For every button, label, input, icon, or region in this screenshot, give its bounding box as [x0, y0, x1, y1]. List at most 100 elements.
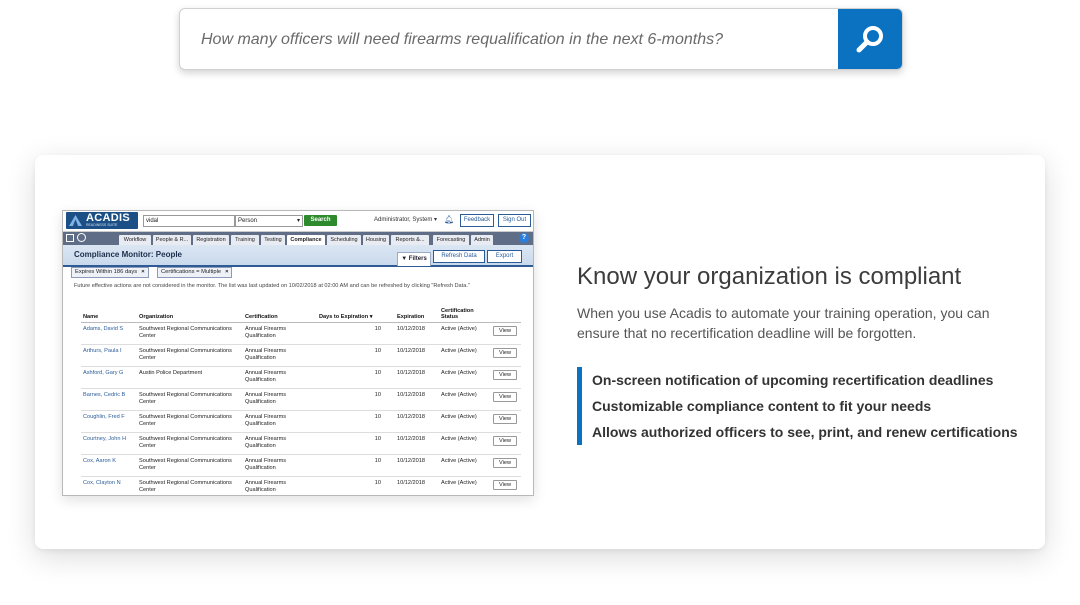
tab-scheduling[interactable]: Scheduling — [327, 235, 361, 245]
cell-expiration: 10/12/2018 — [395, 476, 439, 495]
tab-reports[interactable]: Reports &... — [391, 235, 429, 245]
magnifier-icon — [856, 26, 883, 53]
feature-headline: Know your organization is compliant — [577, 263, 962, 290]
user-menu[interactable]: Administrator, System ▾ — [374, 216, 437, 223]
feature-bullet: Customizable compliance content to fit y… — [592, 398, 932, 414]
cell-organization: Southwest Regional Communications Center — [137, 432, 243, 455]
view-button[interactable]: View — [493, 326, 517, 336]
bell-icon[interactable]: 🔔︎ — [444, 215, 454, 224]
cell-name[interactable]: Coughlin, Fred F — [81, 410, 137, 433]
search-button[interactable] — [838, 9, 902, 69]
table-header-row: Name Organization Certification Days to … — [81, 307, 521, 323]
cell-status: Active (Active) — [439, 454, 487, 477]
tab-compliance[interactable]: Compliance — [287, 235, 325, 245]
tab-workflow[interactable]: Workflow — [119, 235, 151, 245]
cell-status: Active (Active) — [439, 388, 487, 411]
cell-action: View — [487, 388, 521, 411]
cell-expiration: 10/12/2018 — [395, 344, 439, 367]
feature-description: When you use Acadis to automate your tra… — [577, 305, 990, 341]
tab-housing[interactable]: Housing — [363, 235, 389, 245]
table-row: Cox, Aaron K Southwest Regional Communica… — [81, 454, 521, 477]
cell-status: Active (Active) — [439, 476, 487, 495]
search-type-select[interactable]: Person ▾ — [235, 215, 303, 227]
view-button[interactable]: View — [493, 414, 517, 424]
caret-down-icon: ▾ — [296, 218, 300, 224]
cell-certification: Annual Firearms Qualification — [243, 476, 317, 495]
signout-button[interactable]: Sign Out — [498, 214, 531, 227]
col-certification[interactable]: Certification — [243, 307, 317, 323]
cell-name[interactable]: Arthurs, Paula I — [81, 344, 137, 367]
tab-testing[interactable]: Testing — [261, 235, 285, 245]
tab-people[interactable]: People & R... — [153, 235, 191, 245]
view-button[interactable]: View — [493, 370, 517, 380]
cell-expiration: 10/12/2018 — [395, 322, 439, 345]
view-button[interactable]: View — [493, 348, 517, 358]
view-button[interactable]: View — [493, 480, 517, 490]
cell-name[interactable]: Ashford, Gary G — [81, 366, 137, 389]
export-button[interactable]: Export — [487, 250, 522, 263]
close-icon[interactable]: × — [225, 269, 228, 275]
search-bar[interactable]: How many officers will need firearms req… — [179, 8, 903, 70]
tab-forecasting[interactable]: Forecasting — [433, 235, 469, 245]
cell-organization: Southwest Regional Communications Center — [137, 476, 243, 495]
col-actions — [487, 307, 521, 323]
home-icon[interactable] — [77, 233, 86, 242]
table-row: Arthurs, Paula I Southwest Regional Commu… — [81, 344, 521, 367]
cell-name[interactable]: Cox, Aaron K — [81, 454, 137, 477]
cell-name[interactable]: Cox, Clayton N — [81, 476, 137, 495]
help-icon[interactable]: ? — [519, 233, 529, 243]
cell-organization: Austin Police Department — [137, 366, 243, 389]
cell-status: Active (Active) — [439, 432, 487, 455]
close-icon[interactable]: × — [141, 269, 144, 275]
cell-days: 10 — [317, 366, 395, 389]
filters-button[interactable]: ▼ Filters — [397, 252, 431, 266]
global-search-button[interactable]: Search — [304, 215, 337, 226]
cell-certification: Annual Firearms Qualification — [243, 432, 317, 455]
table-row: Courtney, John H Southwest Regional Commu… — [81, 432, 521, 455]
feature-bullets: On-screen notification of upcoming recer… — [577, 367, 1018, 445]
main-nav: Workflow People & R... Registration Trai… — [63, 232, 533, 245]
tab-training[interactable]: Training — [231, 235, 259, 245]
cell-expiration: 10/12/2018 — [395, 410, 439, 433]
cell-days: 10 — [317, 476, 395, 495]
cell-action: View — [487, 432, 521, 455]
view-button[interactable]: View — [493, 436, 517, 446]
cell-organization: Southwest Regional Communications Center — [137, 454, 243, 477]
filter-chip[interactable]: Expires Within 186 days × — [71, 267, 149, 278]
cell-days: 10 — [317, 432, 395, 455]
tab-admin[interactable]: Admin — [471, 235, 493, 245]
table-row: Coughlin, Fred F Southwest Regional Commu… — [81, 410, 521, 433]
logo-mark-icon — [69, 215, 82, 226]
logo-subtext: READINESS SUITE — [86, 223, 118, 227]
col-organization[interactable]: Organization — [137, 307, 243, 323]
col-days[interactable]: Days to Expiration ▾ — [317, 307, 395, 323]
table-row: Adams, David S Southwest Regional Communi… — [81, 322, 521, 345]
cell-expiration: 10/12/2018 — [395, 366, 439, 389]
cell-action: View — [487, 344, 521, 367]
view-button[interactable]: View — [493, 458, 517, 468]
filter-chip-label: Expires Within 186 days — [75, 269, 138, 275]
table-row: Barnes, Cedric B Southwest Regional Commu… — [81, 388, 521, 411]
col-expiration[interactable]: Expiration — [395, 307, 439, 323]
cell-name[interactable]: Barnes, Cedric B — [81, 388, 137, 411]
compliance-screenshot: ACADIS READINESS SUITE vidal Person ▾ Se… — [62, 210, 534, 496]
cell-name[interactable]: Adams, David S — [81, 322, 137, 345]
filter-chip[interactable]: Certifications = Multiple × — [157, 267, 233, 278]
search-input[interactable]: How many officers will need firearms req… — [201, 9, 723, 69]
panel-header: Compliance Monitor: People ▼ Filters Ref… — [63, 245, 533, 267]
refresh-data-button[interactable]: Refresh Data — [433, 250, 485, 263]
cell-name[interactable]: Courtney, John H — [81, 432, 137, 455]
search-type-value: Person — [238, 218, 258, 224]
cell-organization: Southwest Regional Communications Center — [137, 344, 243, 367]
view-button[interactable]: View — [493, 392, 517, 402]
cell-certification: Annual Firearms Qualification — [243, 366, 317, 389]
global-search-input[interactable]: vidal — [143, 215, 235, 227]
col-name[interactable]: Name — [81, 307, 137, 323]
menu-square-icon[interactable] — [66, 234, 74, 242]
acadis-logo: ACADIS READINESS SUITE — [66, 212, 138, 229]
col-status[interactable]: Certification Status — [439, 307, 487, 323]
tab-registration[interactable]: Registration — [193, 235, 229, 245]
cell-days: 10 — [317, 454, 395, 477]
feedback-button[interactable]: Feedback — [460, 214, 494, 227]
feature-card: ACADIS READINESS SUITE vidal Person ▾ Se… — [35, 155, 1045, 549]
